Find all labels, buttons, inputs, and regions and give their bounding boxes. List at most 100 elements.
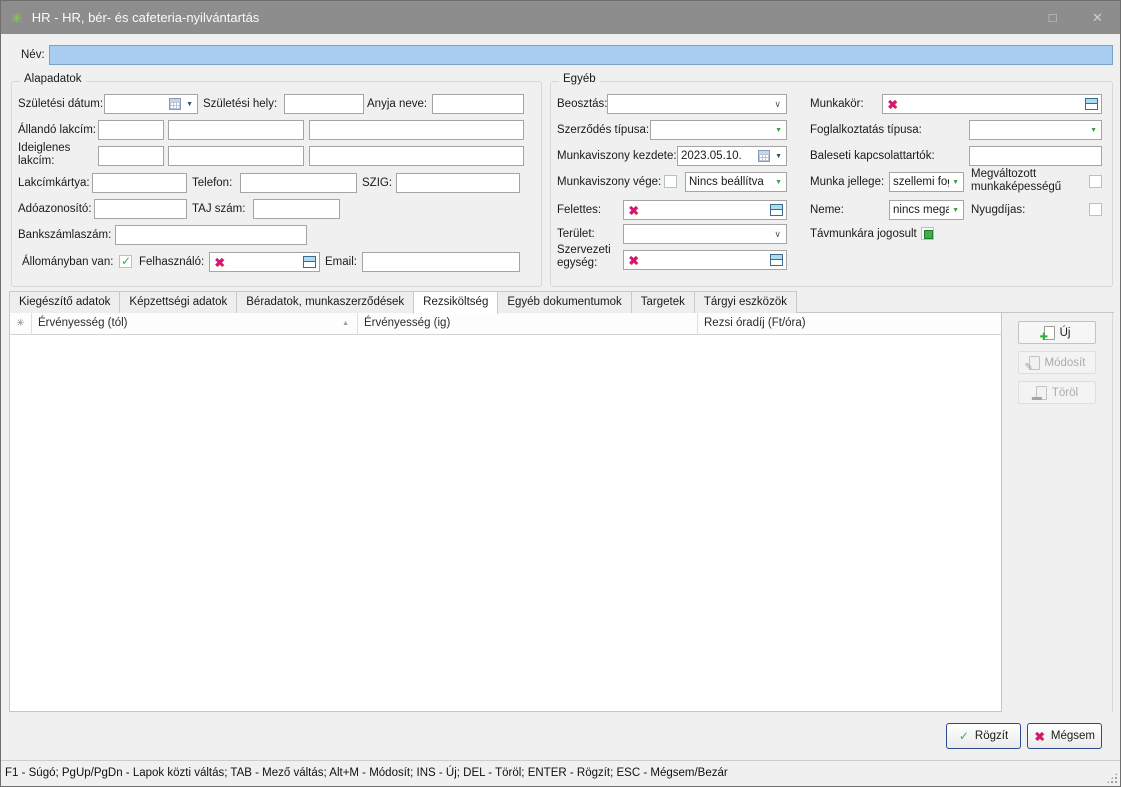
dropdown-arrow-icon[interactable]: ▼ [952,207,959,214]
anyja-neve-input[interactable] [432,94,524,114]
ideiglenes-lakcim-input-2[interactable] [168,146,304,166]
telefon-input[interactable] [240,173,357,193]
allomanyban-van-checkbox[interactable] [119,255,132,268]
terulet-label: Terület: [557,224,595,244]
name-label: Név: [21,45,45,65]
grid-body[interactable] [10,335,1001,711]
szuletesi-hely-input[interactable] [284,94,364,114]
munka-jellege-label: Munka jellege: [810,172,884,192]
column-header-ervenyesseg-tol[interactable]: Érvényesség (tól) ▲ [32,313,358,334]
resize-grip-icon[interactable] [1106,772,1118,784]
tab-targetek[interactable]: Targetek [631,291,695,313]
ideiglenes-lakcim-label: Ideiglenes lakcím: [18,142,90,168]
chevron-down-icon[interactable]: ∨ [774,98,781,110]
foglalkoztatas-tipusa-dropdown[interactable]: ▼ [969,120,1102,140]
required-x-icon: ✖ [628,253,639,268]
required-x-icon: ✖ [214,255,225,270]
lookup-button[interactable] [767,252,785,268]
tab-targyi-eszkozok[interactable]: Tárgyi eszközök [694,291,797,313]
felettes-lookup[interactable]: ✖ [623,200,787,220]
window-icon [1085,98,1098,110]
adoazonosito-label: Adóazonosító: [18,199,92,219]
tavmunkara-label: Távmunkára jogosult [810,224,917,244]
close-button[interactable]: ✕ [1075,1,1120,34]
megsem-button[interactable]: ✖ Mégsem [1027,723,1102,749]
munkaviszony-vege-dropdown[interactable]: Nincs beállítva ▼ [685,172,787,192]
szerzodes-tipusa-label: Szerződés típusa: [557,120,649,140]
required-x-icon: ✖ [887,97,898,112]
anyja-neve-label: Anyja neve: [367,94,427,114]
calendar-icon [758,150,770,162]
tab-beradatok[interactable]: Béradatok, munkaszerződések [236,291,414,313]
allando-lakcim-input-3[interactable] [309,120,524,140]
column-header-ervenyesseg-ig[interactable]: Érvényesség (ig) [358,313,698,334]
munkakor-lookup[interactable]: ✖ [882,94,1102,114]
szerzodes-tipusa-dropdown[interactable]: ▼ [650,120,787,140]
dropdown-arrow-icon[interactable]: ▼ [1090,127,1097,134]
felettes-label: Felettes: [557,200,601,220]
dropdown-arrow-icon[interactable]: ▼ [775,127,782,134]
terulet-combobox[interactable]: ∨ [623,224,787,244]
modosit-button[interactable]: ✎ Módosít [1018,351,1096,374]
baleseti-label: Baleseti kapcsolattartók: [810,146,935,166]
tab-bar: Kiegészítő adatok Képzettségi adatok Bér… [9,291,1114,313]
chevron-down-icon[interactable]: ∨ [774,228,781,240]
dropdown-arrow-icon[interactable]: ▼ [775,179,782,186]
lakcimkartya-label: Lakcímkártya: [18,173,90,193]
szuletesi-datum-input[interactable]: ▼ [104,94,198,114]
dropdown-arrow-icon[interactable]: ▼ [952,179,959,186]
ideiglenes-lakcim-input-3[interactable] [309,146,524,166]
nyugdijas-checkbox[interactable] [1089,203,1102,216]
szig-label: SZIG: [362,173,392,193]
lookup-button[interactable] [300,254,318,270]
maximize-button[interactable]: □ [1030,1,1075,34]
munkaviszony-vege-checkbox[interactable] [664,175,677,188]
lookup-button[interactable] [767,202,785,218]
torol-button[interactable]: ▬ Töröl [1018,381,1096,404]
munkaviszony-kezdete-input[interactable]: 2023.05.10. ▼ [677,146,787,166]
lookup-button[interactable] [1082,96,1100,112]
column-header-rezsi-oradij[interactable]: Rezsi óradíj (Ft/óra) [698,313,1001,334]
lakcimkartya-input[interactable] [92,173,187,193]
group-egyeb-title: Egyéb [559,73,600,85]
uj-button[interactable]: ✚ Új [1018,321,1096,344]
munka-jellege-dropdown[interactable]: szellemi fogl ▼ [889,172,964,192]
titlebar: ✳ HR - HR, bér- és cafeteria-nyilvántart… [1,1,1120,34]
tavmunkara-checkbox[interactable] [921,227,934,240]
bankszamlaszam-label: Bankszámlaszám: [18,225,111,245]
telefon-label: Telefon: [192,173,232,193]
sort-asc-icon: ▲ [342,320,349,327]
felhasznalo-lookup[interactable]: ✖ [209,252,320,272]
group-alapadatok: Alapadatok Születési dátum: ▼ Születési … [11,81,542,287]
szuletesi-datum-label: Születési dátum: [18,94,103,114]
dropdown-arrow-icon[interactable]: ▼ [186,101,193,108]
szuletesi-hely-label: Születési hely: [203,94,277,114]
grid-side-panel: ✚ Új ✎ Módosít ▬ Töröl [1002,313,1113,712]
ideiglenes-lakcim-input-1[interactable] [98,146,164,166]
szervezeti-egyseg-lookup[interactable]: ✖ [623,250,787,270]
grid-header: ✳ Érvényesség (tól) ▲ Érvényesség (ig) R… [10,313,1001,335]
rogzit-button[interactable]: ✓ Rögzít [946,723,1021,749]
megvaltozott-checkbox[interactable] [1089,175,1102,188]
email-input[interactable] [362,252,520,272]
taj-szam-input[interactable] [253,199,340,219]
dropdown-arrow-icon[interactable]: ▼ [775,153,782,160]
status-bar: F1 - Súgó; PgUp/PgDn - Lapok közti váltá… [1,760,1120,786]
allando-lakcim-input-2[interactable] [168,120,304,140]
szig-input[interactable] [396,173,520,193]
tab-kiegeszito-adatok[interactable]: Kiegészítő adatok [9,291,120,313]
baleseti-input[interactable] [969,146,1102,166]
bankszamlaszam-input[interactable] [115,225,307,245]
beosztas-combobox[interactable]: ∨ [607,94,787,114]
allando-lakcim-input-1[interactable] [98,120,164,140]
munkaviszony-vege-label: Munkaviszony vége: [557,172,661,192]
tab-egyeb-dokumentumok[interactable]: Egyéb dokumentumok [497,291,631,313]
name-input[interactable] [49,45,1113,65]
tab-rezsikoltseg[interactable]: Rezsiköltség [413,291,498,314]
email-label: Email: [325,252,357,272]
adoazonosito-input[interactable] [94,199,187,219]
new-document-icon: ✚ [1044,326,1055,340]
tab-kepzettsegi-adatok[interactable]: Képzettségi adatok [119,291,237,313]
grid-settings-cell[interactable]: ✳ [10,313,32,334]
neme-dropdown[interactable]: nincs megad ▼ [889,200,964,220]
